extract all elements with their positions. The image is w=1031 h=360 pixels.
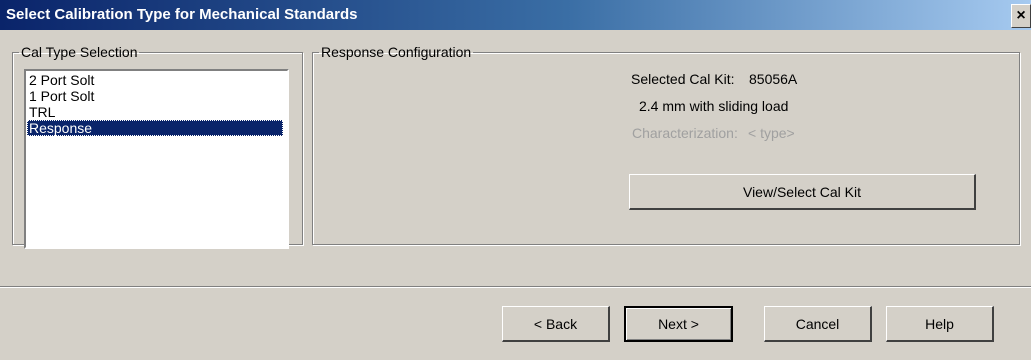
cal-type-item-2-port-solt[interactable]: 2 Port Solt xyxy=(27,72,283,88)
cal-type-item-response[interactable]: Response xyxy=(27,120,283,136)
selected-cal-kit-value: 85056A xyxy=(749,71,798,87)
selected-cal-kit-label: Selected Cal Kit: xyxy=(631,71,735,87)
response-configuration-group: Response Configuration Selected Cal Kit:… xyxy=(312,44,1020,245)
cal-type-listbox[interactable]: 2 Port Solt 1 Port Solt TRL Response xyxy=(24,69,289,249)
back-button[interactable]: < Back xyxy=(502,306,610,342)
characterization-label: Characterization: xyxy=(632,125,738,141)
footer-separator xyxy=(0,286,1031,288)
title-bar: Select Calibration Type for Mechanical S… xyxy=(0,0,1031,30)
close-icon[interactable]: × xyxy=(1011,4,1031,28)
cal-type-item-1-port-solt[interactable]: 1 Port Solt xyxy=(27,88,283,104)
help-button[interactable]: Help xyxy=(886,306,994,342)
cal-type-item-trl[interactable]: TRL xyxy=(27,104,283,120)
characterization-value: < type> xyxy=(748,125,795,141)
cal-type-selection-legend: Cal Type Selection xyxy=(21,44,138,60)
window-title: Select Calibration Type for Mechanical S… xyxy=(6,6,358,23)
cal-type-selection-group: Cal Type Selection 2 Port Solt 1 Port So… xyxy=(12,44,303,249)
response-configuration-legend: Response Configuration xyxy=(321,44,472,60)
cal-kit-description: 2.4 mm with sliding load xyxy=(639,98,789,114)
cancel-button[interactable]: Cancel xyxy=(764,306,872,342)
next-button[interactable]: Next > xyxy=(624,306,733,342)
view-select-cal-kit-button[interactable]: View/Select Cal Kit xyxy=(629,174,976,210)
